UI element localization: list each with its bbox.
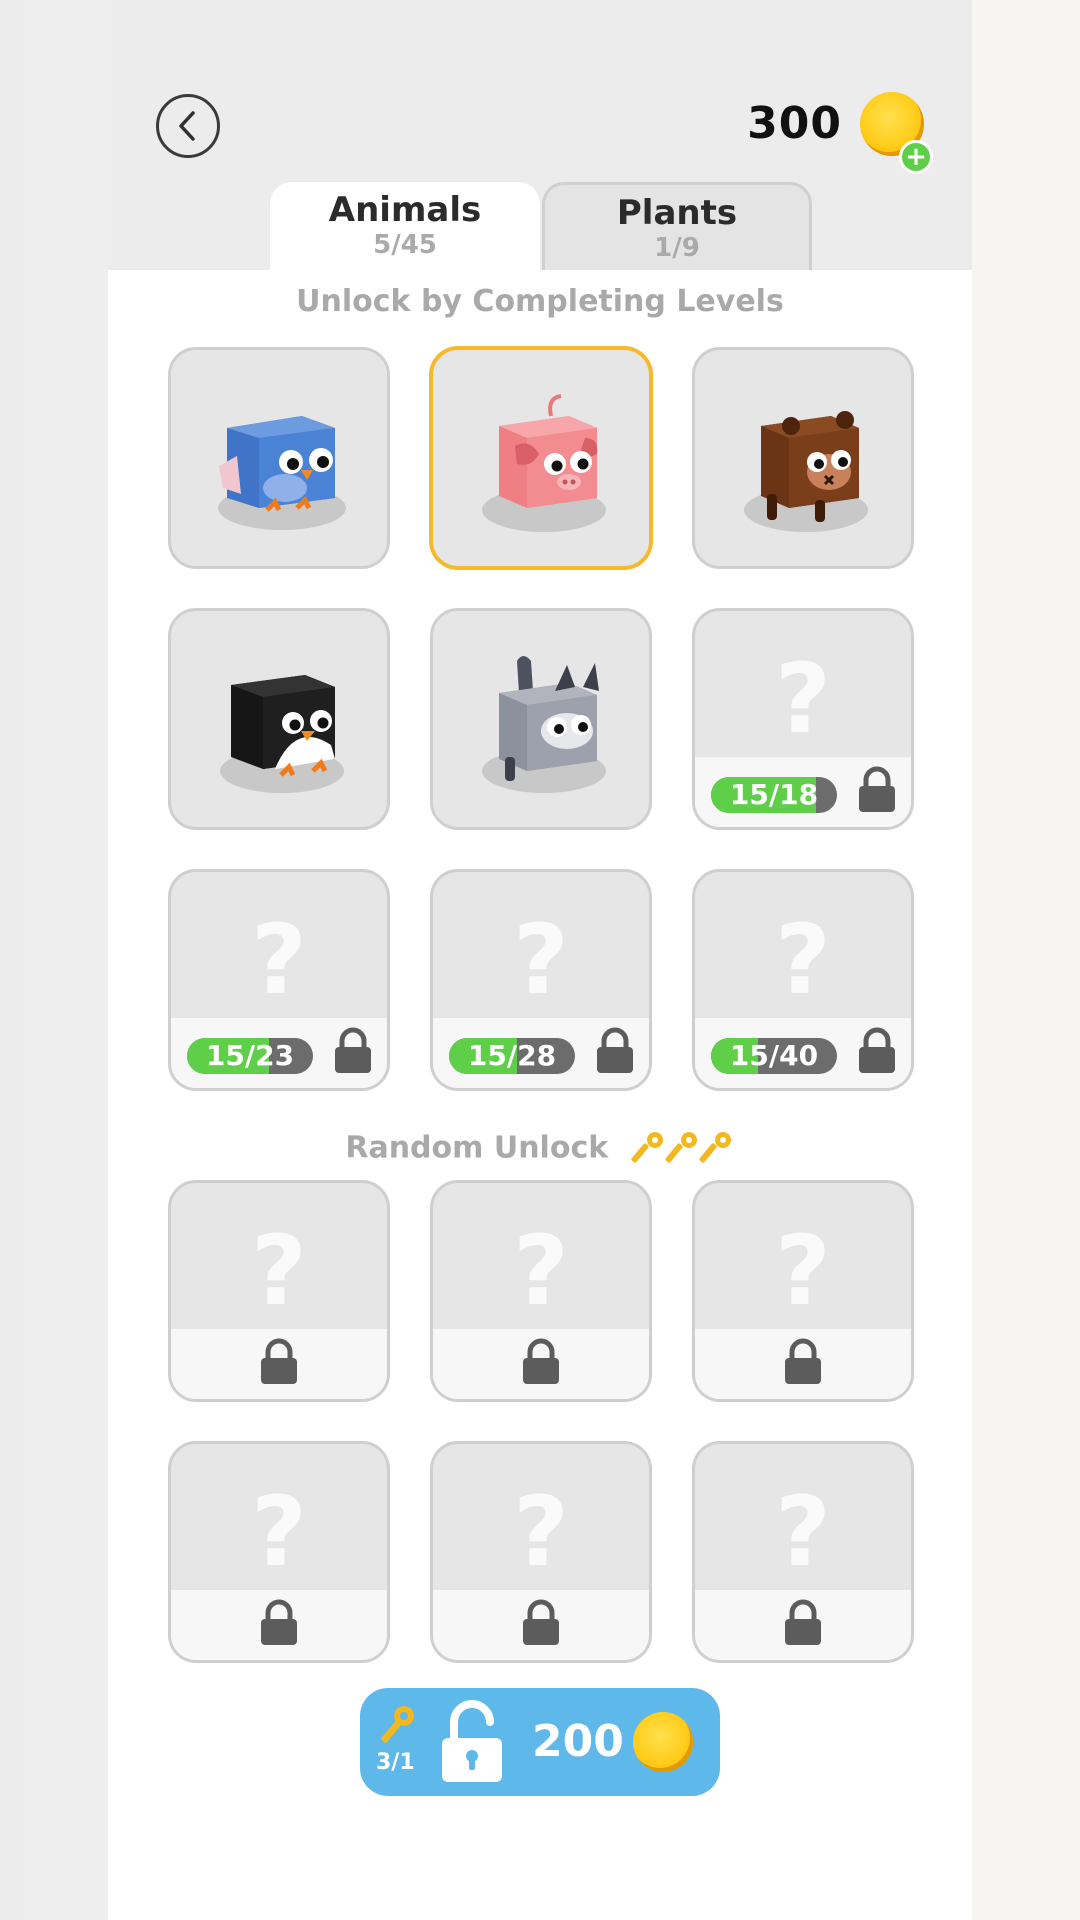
unknown-mark: ? — [775, 643, 831, 755]
unknown-mark: ? — [513, 904, 569, 1016]
progress-bar: 15/23 — [187, 1038, 313, 1074]
unlock-icon — [442, 1700, 502, 1782]
progress-bar: 15/28 — [449, 1038, 575, 1074]
locked-card[interactable]: ? 15/28 — [430, 869, 652, 1091]
lock-icon — [261, 1338, 297, 1384]
tab-plants-label: Plants — [616, 193, 738, 233]
blue-bird-icon — [218, 416, 346, 530]
lock-icon — [261, 1599, 297, 1645]
add-coins-button[interactable]: + — [899, 140, 933, 174]
progress-bar: 15/18 — [711, 777, 837, 813]
unknown-mark: ? — [775, 1476, 831, 1588]
coin-balance: 300 — [747, 98, 842, 149]
random-locked-card[interactable]: ? — [168, 1180, 390, 1402]
random-section-label: Random Unlock — [345, 1130, 609, 1166]
bear-icon — [744, 411, 868, 532]
keys-icon — [631, 1132, 731, 1163]
progress-bar: 15/40 — [711, 1038, 837, 1074]
collection-screen: 300 + Animals 5/45 Plants 1/9 Unlock by … — [108, 0, 972, 1920]
random-unlock-button[interactable]: 3/1 200 — [360, 1688, 720, 1796]
lock-icon — [523, 1338, 559, 1384]
lock-icon — [785, 1338, 821, 1384]
progress-text: 15/40 — [729, 1039, 819, 1072]
pig-icon — [482, 394, 606, 532]
animal-card-penguin[interactable] — [168, 608, 390, 830]
tab-plants-count: 1/9 — [654, 233, 700, 263]
locked-card[interactable]: ? 15/23 — [168, 869, 390, 1091]
locked-card[interactable]: ? 15/18 — [692, 608, 914, 830]
progress-text: 15/23 — [205, 1039, 295, 1072]
back-button[interactable] — [156, 94, 220, 158]
unknown-mark: ? — [251, 1476, 307, 1588]
random-locked-card[interactable]: ? — [692, 1441, 914, 1663]
animal-card-bear[interactable] — [692, 347, 914, 569]
progress-text: 15/28 — [467, 1039, 557, 1072]
locked-card[interactable]: ? 15/40 — [692, 869, 914, 1091]
lock-icon — [785, 1599, 821, 1645]
tab-animals-count: 5/45 — [373, 230, 437, 260]
tab-plants[interactable]: Plants 1/9 — [542, 182, 812, 270]
unknown-mark: ? — [775, 904, 831, 1016]
animal-card-cat[interactable] — [430, 608, 652, 830]
header-area — [108, 0, 972, 270]
lock-icon — [859, 766, 895, 812]
cat-icon — [482, 656, 606, 793]
random-locked-card[interactable]: ? — [168, 1441, 390, 1663]
coin-icon — [633, 1712, 693, 1772]
random-section-title: Random Unlock — [108, 1130, 972, 1168]
unknown-mark: ? — [513, 1476, 569, 1588]
lock-icon — [335, 1027, 371, 1073]
key-icon — [381, 1706, 414, 1743]
animal-card-blue-bird[interactable] — [168, 347, 390, 569]
levels-section-title: Unlock by Completing Levels — [296, 284, 784, 319]
random-locked-card[interactable]: ? — [692, 1180, 914, 1402]
key-count: 3/1 — [376, 1750, 415, 1775]
animal-card-pig[interactable] — [430, 347, 652, 569]
penguin-icon — [220, 675, 344, 793]
random-locked-card[interactable]: ? — [430, 1441, 652, 1663]
tab-animals[interactable]: Animals 5/45 — [270, 182, 540, 270]
unknown-mark: ? — [513, 1215, 569, 1327]
random-locked-card[interactable]: ? — [430, 1180, 652, 1402]
lock-icon — [523, 1599, 559, 1645]
unknown-mark: ? — [775, 1215, 831, 1327]
plus-icon: + — [905, 142, 927, 172]
unknown-mark: ? — [251, 904, 307, 1016]
unknown-mark: ? — [251, 1215, 307, 1327]
lock-icon — [859, 1027, 895, 1073]
unlock-price: 200 — [532, 1716, 624, 1767]
chevron-left-icon — [179, 111, 195, 141]
tab-animals-label: Animals — [328, 190, 482, 230]
lock-icon — [597, 1027, 633, 1073]
progress-text: 15/18 — [729, 778, 819, 811]
